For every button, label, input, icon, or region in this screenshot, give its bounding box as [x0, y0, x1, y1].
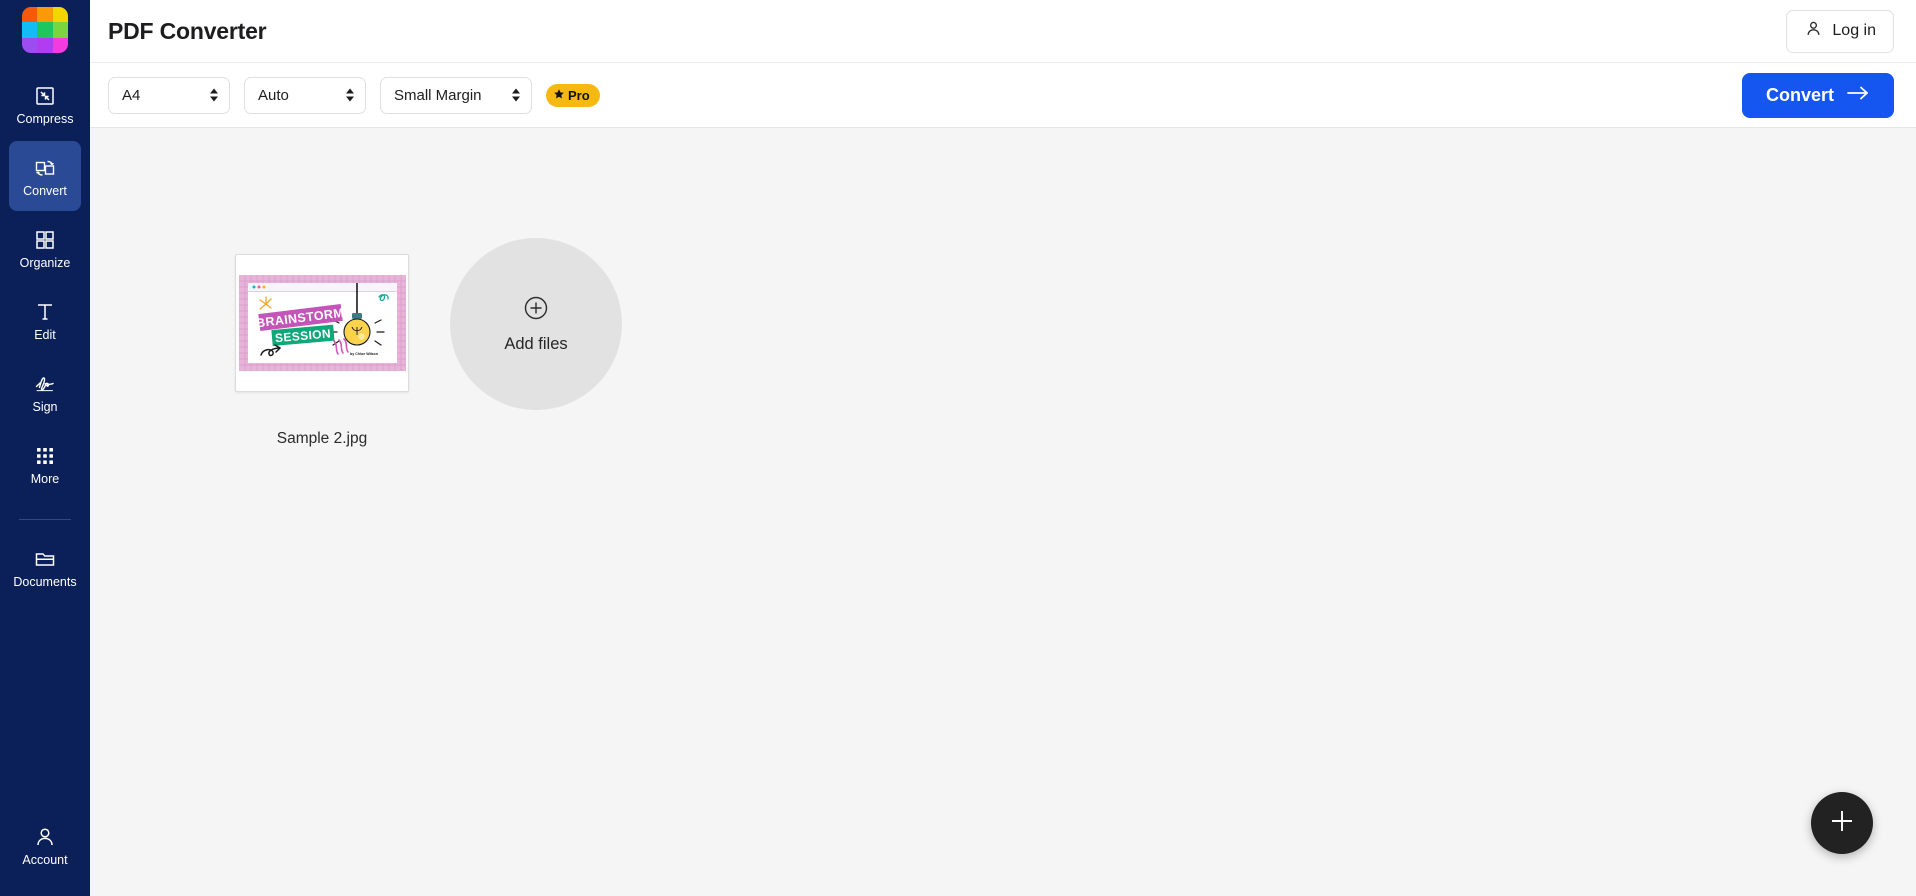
signature-icon: [32, 371, 58, 397]
sidebar-item-label: Edit: [34, 327, 56, 342]
chevron-updown-icon: [512, 88, 520, 102]
brainstorm-slide-thumbnail: BRAINSTORM SESSION by Chloe Wilson: [238, 275, 406, 371]
file-name-label: Sample 2.jpg: [276, 430, 368, 447]
svg-text:by Chloe Wilson: by Chloe Wilson: [350, 352, 378, 356]
page-size-value: A4: [122, 86, 141, 104]
convert-button[interactable]: Convert: [1741, 72, 1894, 118]
sidebar-divider: [19, 519, 71, 520]
file-card: BRAINSTORM SESSION by Chloe Wilson Sampl…: [232, 254, 412, 448]
login-button[interactable]: Log in: [1786, 9, 1894, 53]
sidebar-item-sign[interactable]: Sign: [9, 357, 81, 427]
main-area: PDF Converter Log in A4 Auto Small Margi…: [90, 0, 1916, 896]
sidebar-item-documents[interactable]: Documents: [9, 532, 81, 602]
chevron-updown-icon: [210, 88, 218, 102]
orientation-select[interactable]: Auto: [244, 76, 366, 114]
app-header: PDF Converter Log in: [90, 0, 1916, 63]
sidebar-item-label: Organize: [19, 255, 71, 270]
star-icon: [553, 88, 565, 103]
chevron-updown-icon: [346, 88, 354, 102]
compress-icon: [32, 83, 58, 109]
sidebar-item-label: Documents: [13, 574, 77, 589]
sidebar-item-organize[interactable]: Organize: [9, 213, 81, 283]
folder-icon: [32, 546, 58, 572]
orientation-value: Auto: [258, 86, 289, 104]
app-root: Compress Convert Organize Edit Sign More…: [0, 0, 1916, 896]
person-icon: [1804, 19, 1823, 43]
person-icon: [32, 824, 58, 850]
margin-select[interactable]: Small Margin: [380, 76, 532, 114]
convert-icon: [32, 155, 58, 181]
sidebar-footer: Account: [0, 810, 90, 882]
options-toolbar: A4 Auto Small Margin Pro Convert: [90, 63, 1916, 128]
sidebar-item-label: More: [30, 471, 60, 486]
sidebar-item-label: Account: [22, 852, 68, 867]
add-files-button[interactable]: Add files: [450, 238, 622, 410]
arrow-right-icon: [1846, 85, 1870, 106]
sidebar-item-more[interactable]: More: [9, 429, 81, 499]
plus-circle-icon: [523, 295, 549, 326]
files-canvas: BRAINSTORM SESSION by Chloe Wilson Sampl…: [90, 128, 1916, 896]
file-thumbnail[interactable]: BRAINSTORM SESSION by Chloe Wilson: [235, 254, 409, 392]
sidebar-item-label: Sign: [32, 399, 58, 414]
pro-badge-label: Pro: [568, 87, 590, 103]
sidebar-item-compress[interactable]: Compress: [9, 69, 81, 139]
sidebar-nav: Compress Convert Organize Edit Sign More…: [0, 69, 90, 604]
add-file-fab[interactable]: [1811, 792, 1873, 854]
files-row: BRAINSTORM SESSION by Chloe Wilson Sampl…: [90, 128, 1916, 448]
sidebar-item-account[interactable]: Account: [9, 810, 81, 880]
sidebar-item-convert[interactable]: Convert: [9, 141, 81, 211]
pro-badge[interactable]: Pro: [546, 83, 600, 107]
sidebar-item-label: Convert: [23, 183, 67, 198]
sidebar-item-label: Compress: [16, 111, 74, 126]
sidebar: Compress Convert Organize Edit Sign More…: [0, 0, 90, 896]
page-title: PDF Converter: [108, 17, 267, 44]
sidebar-item-edit[interactable]: Edit: [9, 285, 81, 355]
page-size-select[interactable]: A4: [108, 76, 230, 114]
margin-value: Small Margin: [394, 86, 482, 104]
edit-text-icon: [32, 299, 58, 325]
add-files-label: Add files: [504, 334, 568, 353]
organize-icon: [32, 227, 58, 253]
login-button-label: Log in: [1832, 22, 1876, 39]
app-logo[interactable]: [22, 7, 68, 53]
grid-dots-icon: [32, 443, 58, 469]
plus-icon: [1827, 806, 1857, 841]
convert-button-label: Convert: [1765, 84, 1834, 105]
